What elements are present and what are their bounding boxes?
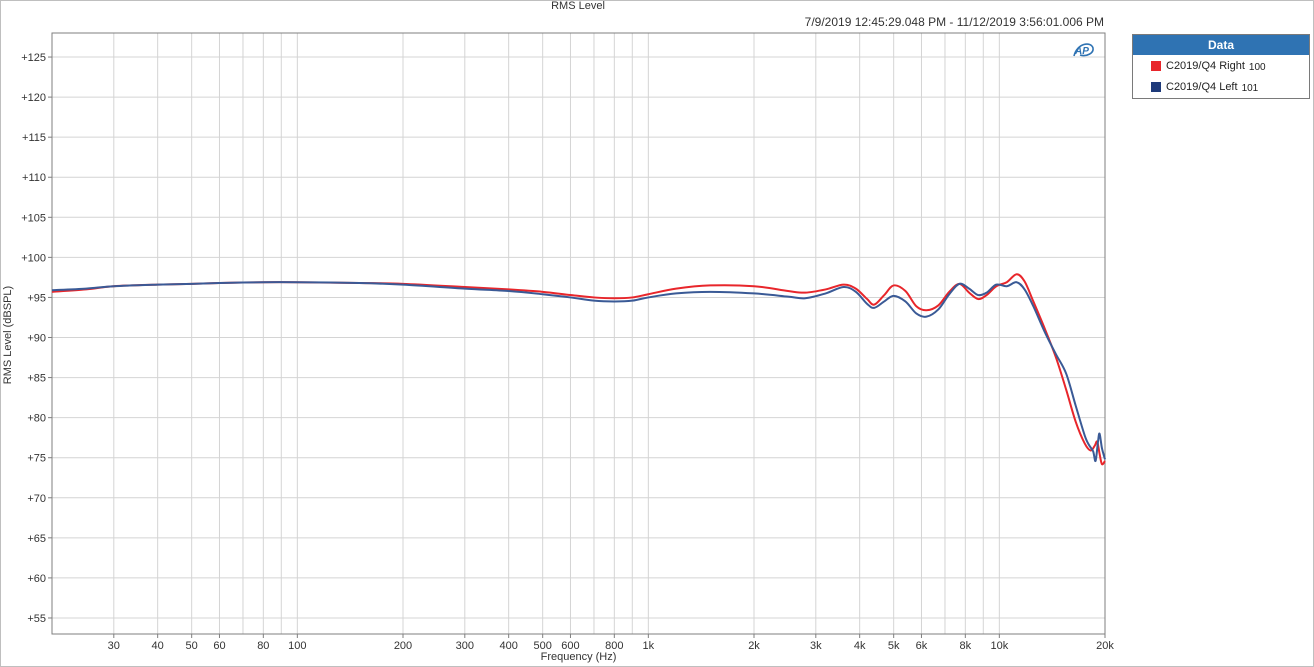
legend-item-label: C2019/Q4 Left — [1166, 81, 1238, 93]
x-tick-labels: 30 40 50 60 80 100 200 300 400 500 600 800 1k 2k 3k 4k 5… — [108, 634, 1114, 652]
legend-item-right[interactable]: C2019/Q4 Right 100 — [1133, 56, 1309, 76]
y-tick-label: +70 — [27, 493, 46, 505]
y-tick-label: +95 — [27, 292, 46, 304]
x-tick-label: 100 — [288, 640, 306, 652]
x-tick-label: 1k — [643, 640, 655, 652]
y-tick-label: +85 — [27, 373, 46, 385]
y-tick-label: +55 — [27, 613, 46, 625]
legend-item-id: 101 — [1241, 82, 1259, 94]
x-tick-label: 60 — [213, 640, 225, 652]
y-tick-label: +125 — [21, 52, 46, 64]
x-tick-label: 800 — [605, 640, 623, 652]
x-tick-label: 5k — [888, 640, 900, 652]
y-tick-labels: +55 +60 +65 +70 +75 +80 +85 +90 +95 +100 +105 +110 +… — [21, 52, 52, 625]
y-tick-label: +115 — [22, 132, 46, 144]
y-tick-label: +75 — [27, 453, 46, 465]
x-tick-label: 500 — [533, 640, 551, 652]
series-line-left — [51, 281, 1106, 463]
chart-plot: +55 +60 +65 +70 +75 +80 +85 +90 +95 +100 +105 +110 +… — [21, 32, 1114, 652]
major-grid — [52, 56, 1105, 619]
y-tick-label: +110 — [22, 172, 46, 184]
x-tick-label: 40 — [152, 640, 164, 652]
legend-swatch-red — [1151, 61, 1161, 71]
x-tick-label: 2k — [748, 640, 760, 652]
y-tick-label: +80 — [27, 413, 46, 425]
x-tick-label: 10k — [990, 640, 1008, 652]
legend-swatch-blue — [1151, 82, 1161, 92]
ap-logo-text: AP — [1074, 46, 1089, 57]
legend: Data C2019/Q4 Right 100 C2019/Q4 Left 10… — [1132, 34, 1310, 99]
y-tick-label: +120 — [21, 92, 46, 104]
legend-header: Data — [1133, 35, 1309, 55]
series-lines — [51, 273, 1106, 466]
x-tick-label: 3k — [810, 640, 822, 652]
x-tick-label: 50 — [186, 640, 198, 652]
series-line-right — [51, 273, 1106, 466]
x-tick-label: 4k — [854, 640, 866, 652]
legend-item-left[interactable]: C2019/Q4 Left 101 — [1133, 77, 1309, 97]
y-tick-label: +60 — [27, 573, 46, 585]
y-tick-label: +90 — [27, 333, 46, 345]
x-tick-label: 300 — [456, 640, 474, 652]
x-tick-label: 600 — [561, 640, 579, 652]
x-tick-label: 80 — [257, 640, 269, 652]
x-tick-label: 6k — [916, 640, 928, 652]
minor-grid — [51, 33, 1106, 634]
y-tick-label: +65 — [27, 533, 46, 545]
y-tick-label: +100 — [21, 252, 46, 264]
legend-item-label: C2019/Q4 Right — [1166, 60, 1245, 72]
x-tick-label: 400 — [499, 640, 517, 652]
x-tick-label: 8k — [960, 640, 972, 652]
x-tick-label: 20k — [1096, 640, 1114, 652]
legend-item-id: 100 — [1248, 61, 1266, 73]
x-tick-label: 200 — [394, 640, 412, 652]
y-tick-label: +105 — [21, 212, 46, 224]
ap-logo-icon: AP — [1073, 43, 1094, 57]
plot-border — [51, 32, 1106, 635]
x-tick-label: 30 — [108, 640, 120, 652]
